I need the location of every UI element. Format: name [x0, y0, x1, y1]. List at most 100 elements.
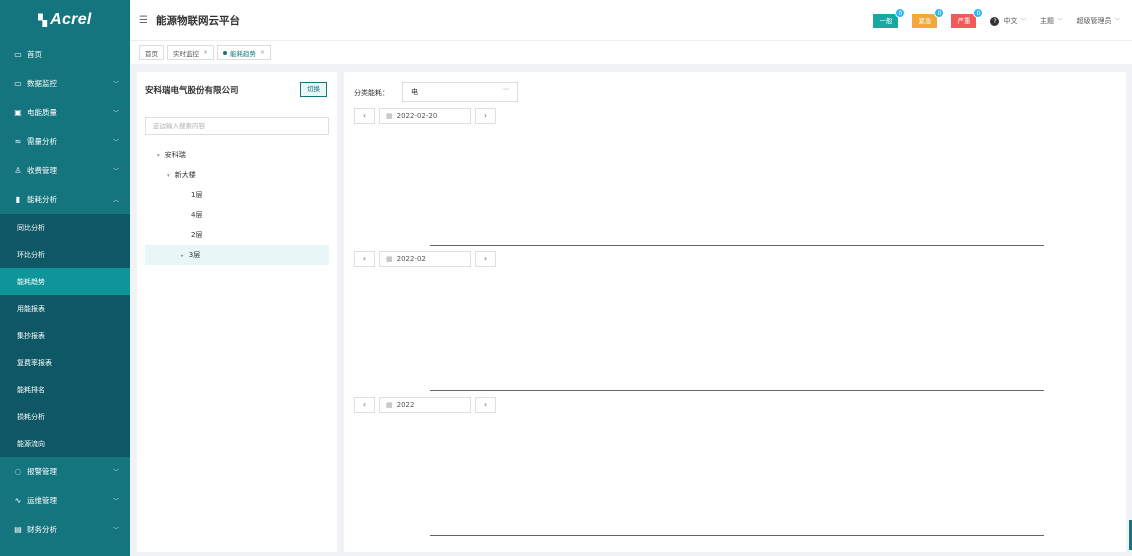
tab-item[interactable]: 实时监控 ×: [167, 45, 215, 60]
chevron-down-icon: ﹀: [502, 88, 509, 95]
calendar-icon: ▦: [386, 112, 393, 120]
prev-year-button[interactable]: ‹: [354, 397, 375, 413]
sidebar-item-label: 运维管理: [27, 496, 57, 505]
submenu-item[interactable]: 能耗排名: [0, 376, 130, 403]
submenu-item[interactable]: 复费率报表: [0, 349, 130, 376]
energy-analysis-submenu: 同比分析 环比分析 能耗趋势 用能报表 集抄报表 复费率报表 能耗排名 损耗分析 能源流向: [0, 214, 130, 457]
calendar-icon: ▦: [386, 255, 393, 263]
tree-search-input[interactable]: 这边输入搜索内容: [145, 117, 329, 135]
submenu-item[interactable]: 用能报表: [0, 295, 130, 322]
calendar-icon: ▦: [386, 401, 393, 409]
sidebar-item-t5[interactable]: ▮ 能耗分析 ︿: [0, 185, 130, 214]
wave-icon: ≈: [14, 137, 22, 146]
alarm-icon: ◌: [14, 467, 22, 476]
header-right: 一般 0 紧急 0 严重 0 ? 中文 ﹀ 主题 ﹀ 超级管理员 ﹀: [873, 8, 1120, 28]
sidebar-item-b0[interactable]: ◌ 报警管理 ﹀: [0, 457, 130, 486]
alarm-label: 一般: [879, 17, 893, 25]
chevron-down-icon: ﹀: [112, 139, 119, 146]
help-icon[interactable]: ?: [990, 16, 1000, 26]
submenu-item[interactable]: 能源流向: [0, 430, 130, 457]
alarm-badge[interactable]: 严重 0: [951, 8, 984, 28]
theme-label: 主题: [1039, 17, 1054, 25]
trend-content-panel: 分类能耗： 电 ﹀ ‹ ▦ 2022-02-20 › ‹ ▦ 2022-02 › ‹…: [344, 72, 1126, 552]
sidebar: ▚ Acrel ▭ 首页 ▭ 数据监控 ﹀ ▣ 电能质量 ﹀ ≈ 需量分析 ﹀ ♙ 收费管理 ﹀ ▮ 能耗分析…: [0, 0, 130, 556]
company-name: 安科瑞电气股份有限公司: [145, 86, 239, 96]
year-date-row: ‹ ▦ 2022 ›: [354, 397, 496, 413]
chevron-down-icon: ﹀: [112, 527, 119, 534]
menu-toggle-icon[interactable]: ☰: [139, 15, 148, 26]
sidebar-item-label: 报警管理: [27, 467, 57, 476]
alarm-badge[interactable]: 紧急 0: [912, 8, 945, 28]
user-icon: ♙: [14, 166, 22, 175]
chevron-up-icon: ︿: [112, 197, 119, 204]
sidebar-item-b1[interactable]: ∿ 运维管理 ﹀: [0, 486, 130, 515]
prev-day-button[interactable]: ‹: [354, 108, 375, 124]
submenu-item[interactable]: 损耗分析: [0, 403, 130, 430]
submenu-item[interactable]: 集抄报表: [0, 322, 130, 349]
month-date-picker[interactable]: ▦ 2022-02: [379, 251, 471, 267]
logo-text: Acrel: [50, 11, 92, 28]
tree-node-label: 4层: [191, 211, 203, 219]
category-value: 电: [411, 88, 418, 96]
year-date-value: 2022: [396, 401, 415, 409]
theme-select[interactable]: 主题 ﹀: [1040, 16, 1063, 26]
category-label: 分类能耗：: [354, 89, 389, 97]
sidebar-item-t3[interactable]: ≈ 需量分析 ﹀: [0, 127, 130, 156]
tab-label: 实时监控: [173, 49, 199, 58]
day-date-picker[interactable]: ▦ 2022-02-20: [379, 108, 471, 124]
pulse-icon: ∿: [14, 496, 22, 505]
caret-right-icon[interactable]: ▸: [181, 253, 184, 259]
tree-node[interactable]: 4层: [145, 205, 329, 225]
tree-node[interactable]: ▸ 3层: [145, 245, 329, 265]
tree-node[interactable]: ▾ 新大楼: [145, 165, 329, 185]
month-date-row: ‹ ▦ 2022-02 ›: [354, 251, 496, 267]
category-select[interactable]: 电 ﹀: [402, 82, 518, 102]
alarm-count: 0: [895, 8, 906, 18]
sidebar-item-label: 数据监控: [27, 79, 57, 88]
tab-item[interactable]: 首页: [139, 45, 164, 60]
next-day-button[interactable]: ›: [475, 108, 496, 124]
sidebar-item-label: 电能质量: [27, 108, 57, 117]
tree-node[interactable]: ▾ 安科瑞: [145, 145, 329, 165]
year-date-picker[interactable]: ▦ 2022: [379, 397, 471, 413]
caret-down-icon[interactable]: ▾: [157, 153, 160, 159]
language-select[interactable]: 中文 ﹀: [1003, 16, 1026, 26]
next-month-button[interactable]: ›: [475, 251, 496, 267]
sidebar-item-t2[interactable]: ▣ 电能质量 ﹀: [0, 98, 130, 127]
day-date-value: 2022-02-20: [396, 112, 438, 120]
prev-month-button[interactable]: ‹: [354, 251, 375, 267]
logo-mark-icon: ▚: [38, 14, 48, 27]
close-icon[interactable]: ×: [203, 49, 208, 56]
alarm-label: 严重: [957, 17, 971, 25]
tree-node[interactable]: 2层: [145, 225, 329, 245]
submenu-item[interactable]: 能耗趋势: [0, 268, 130, 295]
caret-down-icon[interactable]: ▾: [167, 173, 170, 179]
monitor-icon: ▭: [14, 50, 22, 59]
chevron-down-icon: ﹀: [1114, 19, 1120, 25]
sidebar-item-t0[interactable]: ▭ 首页: [0, 40, 130, 69]
tree-node-label: 安科瑞: [164, 151, 186, 159]
next-year-button[interactable]: ›: [475, 397, 496, 413]
close-icon[interactable]: ×: [260, 49, 265, 56]
sidebar-item-t1[interactable]: ▭ 数据监控 ﹀: [0, 69, 130, 98]
alarm-badge[interactable]: 一般 0: [873, 8, 906, 28]
chevron-down-icon: ﹀: [1056, 19, 1063, 25]
submenu-item[interactable]: 环比分析: [0, 241, 130, 268]
switch-button[interactable]: 切换: [300, 82, 327, 97]
chevron-down-icon: ﹀: [112, 498, 119, 505]
chevron-down-icon: ﹀: [112, 469, 119, 476]
alarm-label: 紧急: [918, 17, 932, 25]
tree-node-label: 1层: [191, 191, 203, 199]
sidebar-item-label: 首页: [27, 50, 42, 59]
sidebar-item-b2[interactable]: ▤ 财务分析 ﹀: [0, 515, 130, 544]
chevron-down-icon: ﹀: [112, 81, 119, 88]
user-menu[interactable]: 超级管理员 ﹀: [1076, 16, 1120, 26]
sidebar-item-label: 收费管理: [27, 166, 57, 175]
app-title: 能源物联网云平台: [156, 15, 240, 27]
submenu-item[interactable]: 同比分析: [0, 214, 130, 241]
sidebar-item-t4[interactable]: ♙ 收费管理 ﹀: [0, 156, 130, 185]
tab-label: 能耗趋势: [230, 49, 257, 58]
tree-node[interactable]: 1层: [145, 185, 329, 205]
year-chart-axis: [430, 535, 1044, 536]
tab-item[interactable]: 能耗趋势 ×: [217, 45, 272, 60]
